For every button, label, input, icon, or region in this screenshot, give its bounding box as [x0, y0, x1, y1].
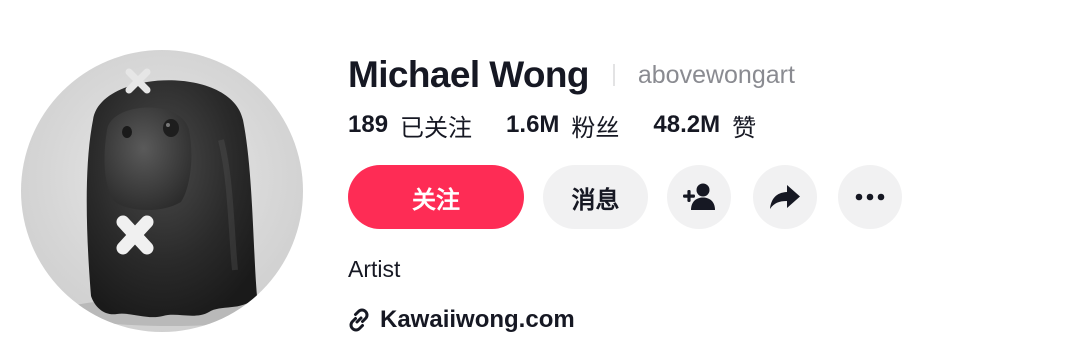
username: abovewongart [637, 60, 795, 89]
link-text[interactable]: Kawaiiwong.com [380, 306, 575, 334]
name-row: Michael Wong abovewongart [348, 52, 795, 98]
stat-following[interactable]: 189 已关注 [348, 108, 472, 143]
followers-count: 1.6M [506, 111, 560, 138]
stat-likes: 48.2M 赞 [653, 108, 756, 143]
more-icon [855, 193, 885, 201]
following-label: 已关注 [400, 114, 473, 142]
follow-button[interactable]: 关注 [348, 165, 524, 229]
add-friend-button[interactable] [667, 165, 731, 229]
avatar[interactable] [21, 50, 303, 332]
bio-text: Artist [348, 256, 401, 282]
share-icon [770, 185, 800, 209]
avatar-image [61, 68, 281, 326]
following-count: 189 [348, 111, 389, 138]
message-button[interactable]: 消息 [543, 165, 648, 229]
profile-link[interactable]: Kawaiiwong.com [346, 304, 575, 336]
share-button[interactable] [753, 165, 817, 229]
stat-followers[interactable]: 1.6M 粉丝 [506, 108, 619, 143]
likes-label: 赞 [732, 114, 757, 142]
more-button[interactable] [838, 165, 902, 229]
name-divider [612, 64, 615, 86]
likes-count: 48.2M [653, 111, 721, 138]
stats-row: 189 已关注 1.6M 粉丝 48.2M 赞 [348, 108, 790, 142]
followers-label: 粉丝 [571, 114, 620, 142]
display-name: Michael Wong [348, 54, 589, 95]
link-icon [349, 308, 369, 332]
add-friend-icon [683, 183, 715, 210]
